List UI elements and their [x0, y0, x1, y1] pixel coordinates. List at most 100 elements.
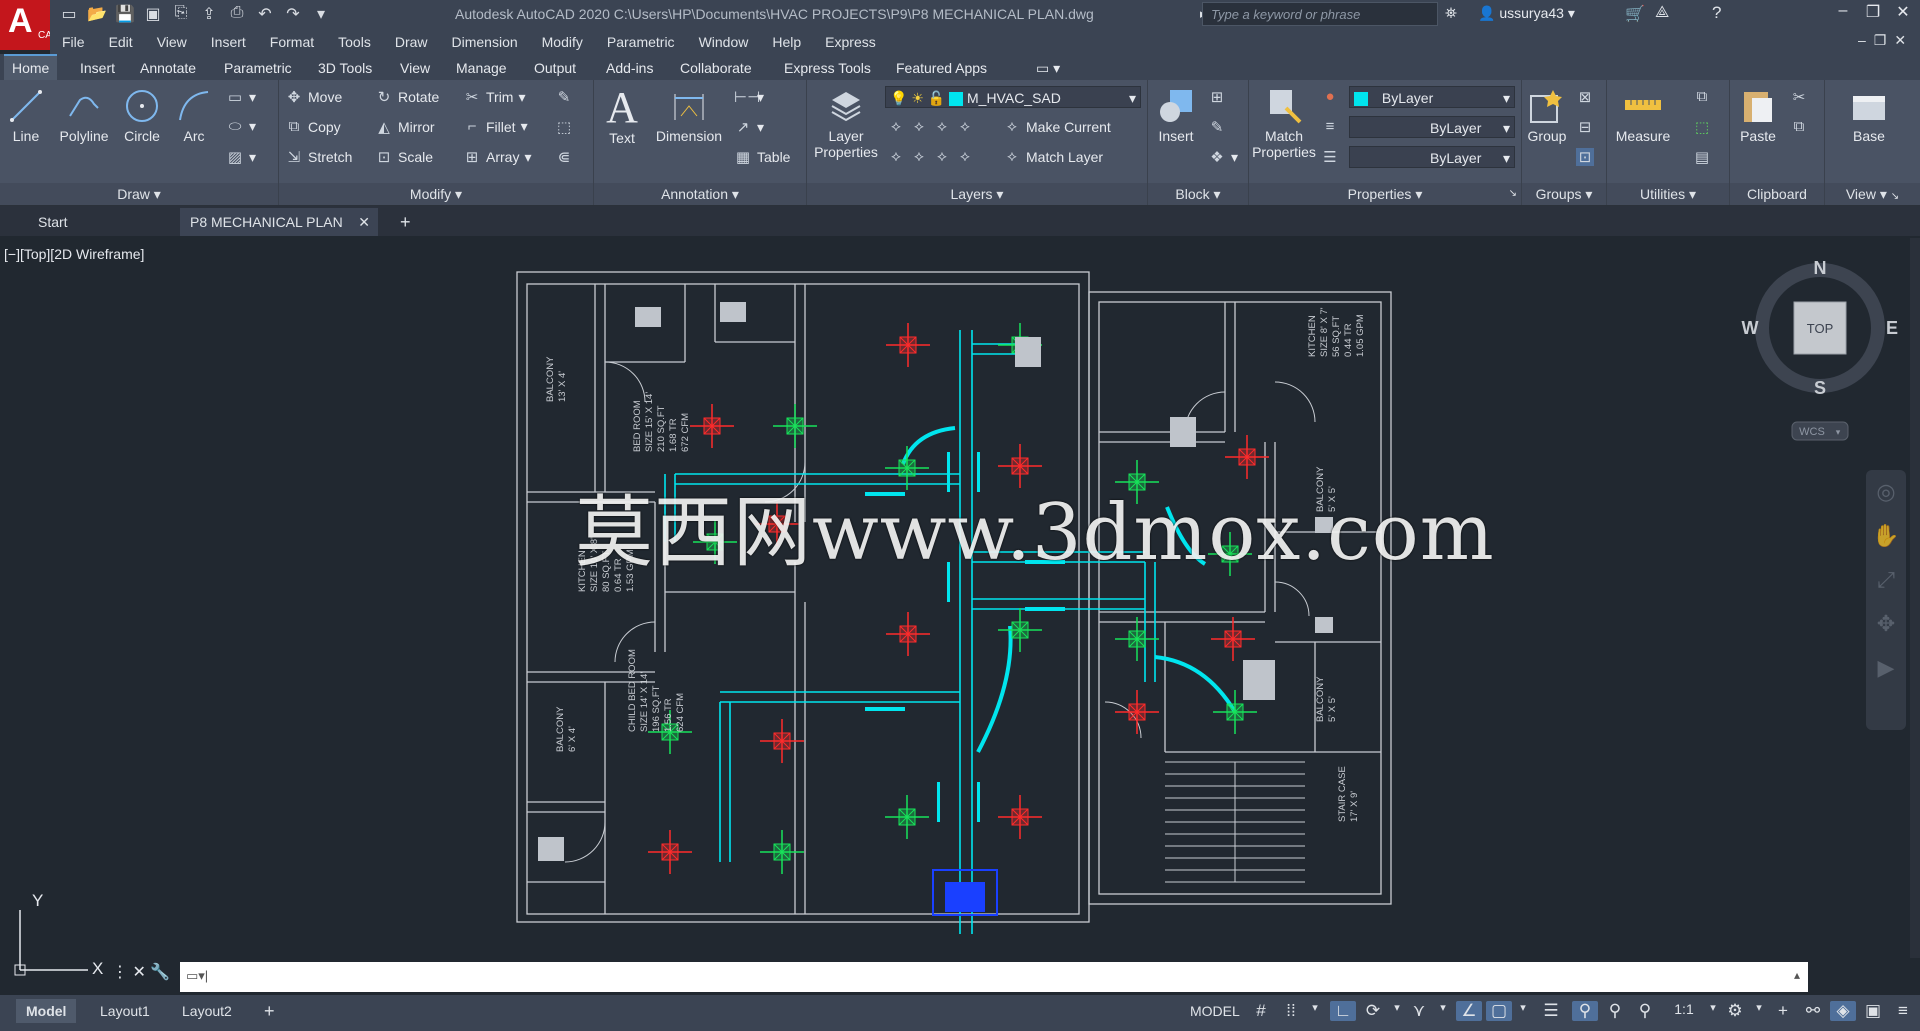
- layer-properties-button[interactable]: Layer Properties: [811, 86, 881, 160]
- layout-tab-layout2[interactable]: Layout2: [172, 999, 242, 1023]
- compass-west[interactable]: W: [1742, 318, 1759, 338]
- object-snap-icon[interactable]: ▢: [1486, 1001, 1512, 1021]
- measure-button[interactable]: Measure: [1611, 86, 1675, 144]
- command-history-icon[interactable]: ▴: [1794, 968, 1800, 982]
- annotation-scale-icon[interactable]: ⚲: [1632, 1001, 1658, 1021]
- block-panel-title[interactable]: Block ▾: [1148, 183, 1248, 205]
- insert-block-button[interactable]: Insert: [1150, 86, 1202, 144]
- menu-format[interactable]: Format: [258, 30, 326, 54]
- user-account[interactable]: 👤 ussurya43 ▾: [1478, 5, 1575, 22]
- paste-button[interactable]: Paste: [1734, 86, 1782, 144]
- tab-manage[interactable]: Manage: [448, 56, 515, 80]
- copy-clip-button[interactable]: ⧉: [1790, 118, 1808, 135]
- layers-panel-title[interactable]: Layers ▾: [807, 183, 1147, 205]
- doc-window-controls[interactable]: –❐✕: [1858, 32, 1914, 49]
- isodraft-icon[interactable]: ⋎: [1406, 1001, 1432, 1021]
- menu-edit[interactable]: Edit: [97, 30, 145, 54]
- showmotion-icon[interactable]: ▶: [1866, 646, 1906, 690]
- chevron-down-icon[interactable]: ▾: [1302, 1001, 1328, 1014]
- auto-scale-icon[interactable]: ⚲: [1602, 1001, 1628, 1021]
- match-layer-button[interactable]: ⟡ Match Layer: [1003, 148, 1103, 165]
- menu-tools[interactable]: Tools: [326, 30, 383, 54]
- table-button[interactable]: ▦ Table: [734, 148, 791, 166]
- chevron-down-icon[interactable]: ▾: [1746, 1001, 1772, 1014]
- menu-draw[interactable]: Draw: [383, 30, 440, 54]
- snap-icon[interactable]: ⁞⁞: [1278, 1001, 1304, 1021]
- save-web-icon[interactable]: ⇪: [198, 4, 220, 26]
- tab-start[interactable]: Start: [0, 208, 178, 236]
- chevron-down-icon[interactable]: ▾: [1430, 1001, 1456, 1014]
- scale-button[interactable]: ⊡ Scale: [375, 148, 433, 166]
- menu-help[interactable]: Help: [760, 30, 813, 54]
- linear-dim-button[interactable]: ⊢⊣ ▾: [734, 88, 764, 107]
- grid-icon[interactable]: #: [1248, 1001, 1274, 1021]
- line-button[interactable]: Line: [4, 86, 48, 144]
- tab-annotate[interactable]: Annotate: [132, 56, 204, 80]
- tab-insert[interactable]: Insert: [72, 56, 123, 80]
- customization-menu-icon[interactable]: ≡: [1890, 1001, 1916, 1021]
- model-space-button[interactable]: MODEL: [1180, 999, 1250, 1023]
- lineweight-display-icon[interactable]: ☰: [1538, 1001, 1564, 1021]
- redo-icon[interactable]: ↷: [282, 4, 304, 26]
- array-button[interactable]: ⊞ Array ▾: [463, 148, 532, 167]
- cart-icon[interactable]: 🛒: [1625, 4, 1645, 24]
- binoculars-icon[interactable]: ⛯: [1445, 5, 1457, 22]
- fillet-button[interactable]: ⌐ Fillet ▾: [463, 118, 528, 135]
- cut-button[interactable]: ✂: [1790, 88, 1808, 106]
- ribbon-toggle-icon[interactable]: ▭ ▾: [1028, 56, 1068, 80]
- polar-tracking-icon[interactable]: ⟳: [1360, 1001, 1386, 1021]
- linetype-dropdown[interactable]: ByLayer ▾: [1349, 146, 1515, 168]
- steering-wheel-icon[interactable]: ◎: [1866, 470, 1906, 514]
- undo-icon[interactable]: ↶: [254, 4, 276, 26]
- grip-icon[interactable]: ⋮: [112, 964, 128, 981]
- menu-parametric[interactable]: Parametric: [595, 30, 687, 54]
- offset-button[interactable]: ⋐: [555, 148, 573, 166]
- ellipse-button[interactable]: ⬭ ▾: [226, 118, 256, 135]
- create-block-button[interactable]: ⊞: [1208, 88, 1226, 106]
- application-menu-button[interactable]: A CAD: [0, 0, 59, 50]
- close-cmd-icon[interactable]: ✕: [132, 964, 145, 981]
- draw-panel-title[interactable]: Draw ▾: [0, 183, 278, 205]
- layer-tools-row1[interactable]: ⟡ ⟡ ⟡ ⟡: [887, 118, 974, 135]
- open-web-icon[interactable]: ⎘: [170, 4, 192, 26]
- copy-button[interactable]: ⧉ Copy: [285, 118, 341, 135]
- isolate-objects-icon[interactable]: ⚯: [1800, 1001, 1826, 1021]
- menu-express[interactable]: Express: [813, 30, 888, 54]
- leader-button[interactable]: ↗ ▾: [734, 118, 764, 137]
- clipboard-panel-title[interactable]: Clipboard: [1730, 183, 1824, 205]
- layout-tab-model[interactable]: Model: [16, 999, 77, 1023]
- stretch-button[interactable]: ⇲ Stretch: [285, 148, 353, 166]
- menu-window[interactable]: Window: [687, 30, 761, 54]
- compass-north[interactable]: N: [1814, 258, 1827, 278]
- base-view-button[interactable]: Base: [1839, 86, 1899, 144]
- tab-home[interactable]: Home: [4, 54, 58, 80]
- viewcube[interactable]: TOP N S E W WCS ▾: [1740, 256, 1900, 456]
- dimension-button[interactable]: Dimension: [650, 86, 728, 144]
- tab-3d-tools[interactable]: 3D Tools: [310, 56, 380, 80]
- ungroup-button[interactable]: ⊠: [1576, 88, 1594, 106]
- modify-panel-title[interactable]: Modify ▾: [279, 183, 593, 205]
- view-panel-title[interactable]: View ▾ ↘: [1825, 183, 1920, 205]
- hardware-acceleration-icon[interactable]: ◈: [1830, 1001, 1856, 1021]
- plot-icon[interactable]: ⎙: [226, 4, 248, 26]
- close-icon[interactable]: ✕: [1890, 2, 1916, 22]
- menu-dimension[interactable]: Dimension: [440, 30, 530, 54]
- help-icon[interactable]: ?: [1712, 3, 1721, 23]
- new-tab-button[interactable]: +: [390, 208, 420, 236]
- tab-express-tools[interactable]: Express Tools: [776, 56, 879, 80]
- connect-icon[interactable]: ⟁: [1655, 4, 1669, 22]
- hatch-button[interactable]: ▨ ▾: [226, 148, 256, 167]
- workspace-gear-icon[interactable]: ⚙: [1722, 1001, 1748, 1021]
- layer-tools-row2[interactable]: ⟡ ⟡ ⟡ ⟡: [887, 148, 974, 165]
- trim-button[interactable]: ✂ Trim ▾: [463, 88, 526, 107]
- customize-qat-icon[interactable]: ▾: [310, 4, 332, 26]
- save-as-icon[interactable]: ▣: [142, 4, 164, 26]
- calculator-button[interactable]: ▤: [1693, 148, 1711, 166]
- pan-icon[interactable]: ✋: [1866, 514, 1906, 558]
- open-file-icon[interactable]: 📂: [86, 4, 108, 26]
- match-properties-button[interactable]: Match Properties: [1251, 86, 1317, 160]
- menu-modify[interactable]: Modify: [530, 30, 595, 54]
- add-layout-button[interactable]: +: [254, 999, 285, 1023]
- compass-south[interactable]: S: [1814, 378, 1826, 398]
- explode-button[interactable]: ⬚: [555, 118, 573, 136]
